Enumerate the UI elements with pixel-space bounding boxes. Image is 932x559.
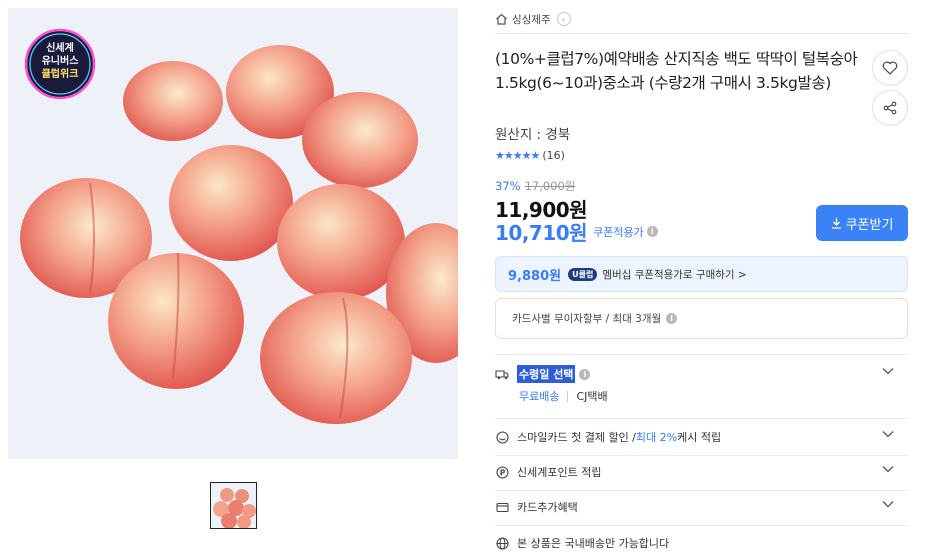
svg-text:P: P bbox=[499, 468, 505, 477]
coupon-price: 10,710원 bbox=[495, 221, 588, 245]
carrier-label: CJ택배 bbox=[576, 390, 608, 403]
thumbnail-peaches bbox=[211, 483, 256, 528]
svg-text:클럽위크: 클럽위크 bbox=[42, 67, 79, 80]
heart-icon bbox=[882, 61, 898, 75]
info-icon[interactable]: i bbox=[579, 368, 591, 380]
store-name: 싱싱제주 bbox=[512, 13, 551, 26]
divider bbox=[495, 490, 908, 491]
points-row[interactable]: P 신세계포인트 적립 bbox=[495, 462, 908, 482]
home-icon bbox=[495, 13, 508, 25]
smile-card-highlight: 최대 2% bbox=[635, 431, 678, 444]
wishlist-button[interactable] bbox=[872, 50, 908, 86]
chevron-down-icon bbox=[882, 430, 894, 438]
chevron-right-icon: › bbox=[556, 12, 571, 26]
card-installment-text: 카드사별 무이자할부 / 최대 3개월 bbox=[512, 313, 662, 325]
info-icon[interactable]: i bbox=[666, 313, 678, 324]
product-thumbnail[interactable] bbox=[210, 482, 257, 529]
chevron-down-icon bbox=[882, 500, 894, 508]
card-installment-box: 카드사별 무이자할부 / 최대 3개월 i bbox=[495, 298, 908, 339]
membership-price: 9,880원 bbox=[508, 268, 562, 284]
discount-rate: 37% bbox=[495, 179, 521, 193]
divider bbox=[495, 418, 908, 419]
store-link[interactable]: 싱싱제주 › bbox=[495, 10, 571, 28]
smile-card-suffix: 케시 적립 bbox=[677, 431, 722, 444]
chevron-down-icon bbox=[882, 465, 894, 473]
info-icon: i bbox=[646, 226, 658, 237]
divider bbox=[495, 33, 908, 34]
discount-row: 37% 17,000원 bbox=[495, 178, 575, 194]
points-label: 신세계포인트 적립 bbox=[517, 466, 602, 479]
free-shipping-label: 무료배송 bbox=[519, 390, 560, 403]
domestic-shipping-row: 본 상품은 국내배송만 가능합니다 bbox=[495, 533, 908, 553]
separator bbox=[567, 390, 569, 402]
chevron-down-icon bbox=[882, 367, 894, 375]
delivery-date-row[interactable]: 수령일 선택 i bbox=[495, 364, 908, 384]
product-title: (10%+클럽7%)예약배송 산지직송 백도 딱딱이 털복숭아 1.5kg(6~… bbox=[495, 50, 858, 92]
download-icon bbox=[831, 218, 841, 229]
delivery-info: 무료배송 CJ택배 bbox=[519, 388, 608, 404]
promo-badge: 신세계 유니버스 클럽위크 bbox=[22, 26, 98, 102]
truck-icon bbox=[495, 367, 509, 381]
divider bbox=[495, 455, 908, 456]
points-icon: P bbox=[495, 465, 509, 479]
membership-text: 멤버십 쿠폰적용가로 구매하기 > bbox=[602, 268, 747, 281]
svg-text:신세계: 신세계 bbox=[46, 41, 74, 54]
card-benefit-row[interactable]: 카드추가혜택 bbox=[495, 497, 908, 517]
origin-info: 원산지 : 경북 bbox=[495, 127, 571, 143]
original-price: 17,000원 bbox=[524, 179, 576, 193]
coupon-download-button[interactable]: 쿠폰받기 bbox=[816, 205, 908, 241]
divider bbox=[495, 525, 908, 526]
coupon-price-row: 10,710원 쿠폰적용가 i bbox=[495, 217, 658, 246]
share-icon bbox=[883, 101, 897, 115]
divider bbox=[495, 354, 908, 355]
membership-badge: U클럽 bbox=[568, 267, 598, 281]
share-button[interactable] bbox=[872, 90, 908, 126]
smile-card-prefix: 스마일카드 첫 결제 할인 / bbox=[517, 431, 636, 444]
rating-stars: ★★★★★ bbox=[495, 149, 540, 162]
svg-text:유니버스: 유니버스 bbox=[42, 54, 79, 67]
smile-card-icon bbox=[495, 430, 509, 444]
card-benefit-label: 카드추가혜택 bbox=[517, 501, 578, 514]
domestic-shipping-label: 본 상품은 국내배송만 가능합니다 bbox=[517, 537, 670, 550]
rating[interactable]: ★★★★★ (16) bbox=[495, 149, 565, 162]
coupon-download-label: 쿠폰받기 bbox=[845, 217, 894, 233]
membership-coupon-box[interactable]: 9,880원 U클럽 멤버십 쿠폰적용가로 구매하기 > bbox=[495, 256, 908, 292]
product-main-image[interactable]: 신세계 유니버스 클럽위크 bbox=[8, 8, 458, 459]
smile-card-row[interactable]: 스마일카드 첫 결제 할인 / 최대 2% 케시 적립 bbox=[495, 427, 908, 447]
coupon-price-label[interactable]: 쿠폰적용가 i bbox=[593, 224, 658, 240]
review-count: (16) bbox=[542, 149, 565, 162]
delivery-date-label: 수령일 선택 bbox=[517, 365, 576, 383]
credit-card-icon bbox=[495, 500, 509, 514]
globe-icon bbox=[495, 536, 509, 550]
coupon-price-label-text: 쿠폰적용가 bbox=[593, 225, 644, 239]
